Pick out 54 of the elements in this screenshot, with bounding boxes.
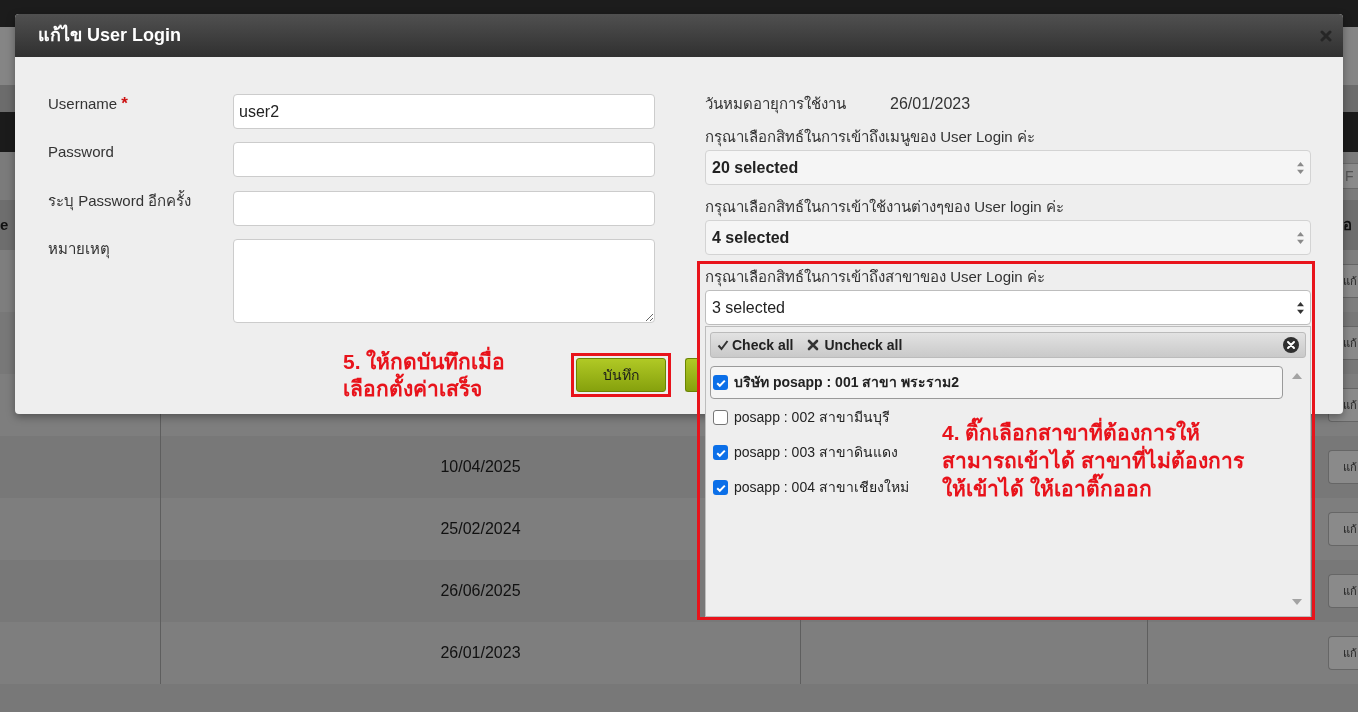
checkbox[interactable]: [713, 480, 728, 495]
check-icon: [717, 339, 729, 351]
field-label: หมายเหตุ: [48, 239, 110, 258]
required-mark: *: [121, 95, 128, 113]
expiry-label: วันหมดอายุการใช้งาน: [705, 93, 847, 116]
option-label: posapp : 002 สาขามีนบุรี: [734, 408, 890, 428]
multiselect-dropdown[interactable]: 20 selected: [705, 150, 1311, 185]
scroll-down-arrow-icon[interactable]: [1292, 599, 1302, 605]
check-all-link[interactable]: Check all: [717, 334, 794, 356]
scroll-up-arrow-icon[interactable]: [1292, 373, 1302, 379]
column-header: อ: [1343, 214, 1352, 235]
field-label: ระบุ Password อีกครั้ง: [48, 191, 192, 210]
instruction-note: 4. ติ๊กเลือกสาขาที่ต้องการให้ สามารถเข้าได้ สาขาที่ไม่ต้องการ ให้เข้าได้ ให้เอาติ๊กออก: [942, 419, 1244, 503]
updown-arrows-icon: [1297, 301, 1304, 314]
date-cell-text: 25/02/2024: [440, 519, 521, 539]
password-field[interactable]: [233, 142, 655, 178]
branch-option[interactable]: บริษัท posapp : 001 สาขา พระราม2: [710, 366, 1283, 399]
secondary-button[interactable]: [685, 358, 697, 392]
uncheck-all-link[interactable]: Uncheck all: [807, 334, 903, 356]
branch-option[interactable]: posapp : 002 สาขามีนบุรี: [710, 401, 895, 434]
save-button[interactable]: บันทึก: [576, 358, 666, 392]
option-label: posapp : 003 สาขาดินแดง: [734, 443, 898, 462]
edit-button[interactable]: แก้: [1328, 512, 1358, 546]
expiry-date: 26/01/2023: [890, 94, 971, 114]
updown-arrows-icon: [1297, 231, 1304, 244]
dialog-title: แก้ไข User Login: [38, 23, 181, 47]
option-label: posapp : 004 สาขาเชียงใหม่: [734, 478, 909, 497]
close-icon[interactable]: [1283, 337, 1299, 353]
instruction-note: 5. ให้กดบันทึกเมื่อ เลือกตั้งค่าเสร็จ: [343, 348, 543, 402]
field-label: กรุณาเลือกสิทธ์ในการเข้าใช้งานต่างๆของ User login ค่ะ: [705, 198, 1065, 216]
checkbox[interactable]: [713, 410, 728, 425]
branch-option[interactable]: posapp : 004 สาขาเชียงใหม่: [710, 471, 914, 504]
date-cell-text: 26/06/2025: [440, 581, 521, 601]
remark-field[interactable]: [233, 238, 655, 323]
field-label: Password: [48, 143, 114, 162]
field-label: Username: [48, 95, 118, 113]
checkbox[interactable]: [713, 375, 728, 390]
multiselect-dropdown[interactable]: 3 selected: [705, 290, 1311, 325]
username-field[interactable]: user2: [233, 94, 655, 129]
edit-button[interactable]: แก้: [1328, 574, 1358, 608]
updown-arrows-icon: [1297, 161, 1304, 174]
edit-button[interactable]: แก้: [1328, 450, 1358, 484]
option-label: บริษัท posapp : 001 สาขา พระราม2: [734, 373, 960, 392]
branch-option[interactable]: posapp : 003 สาขาดินแดง: [710, 436, 903, 469]
column-header: e: [0, 214, 9, 235]
multiselect-dropdown[interactable]: 4 selected: [705, 220, 1311, 255]
edit-button[interactable]: แก้: [1328, 636, 1358, 670]
password-field[interactable]: [233, 190, 655, 226]
field-label: กรุณาเลือกสิทธ์ในการเข้าถึงสาขาของ User Login ค่ะ: [705, 268, 1046, 286]
date-cell-text: 10/04/2025: [440, 457, 521, 477]
field-label: กรุณาเลือกสิทธ์ในการเข้าถึงเมนูของ User Login ค่ะ: [705, 128, 1036, 146]
x-icon: [807, 339, 820, 351]
checkbox[interactable]: [713, 445, 728, 460]
date-cell-text: 26/01/2023: [440, 643, 521, 663]
